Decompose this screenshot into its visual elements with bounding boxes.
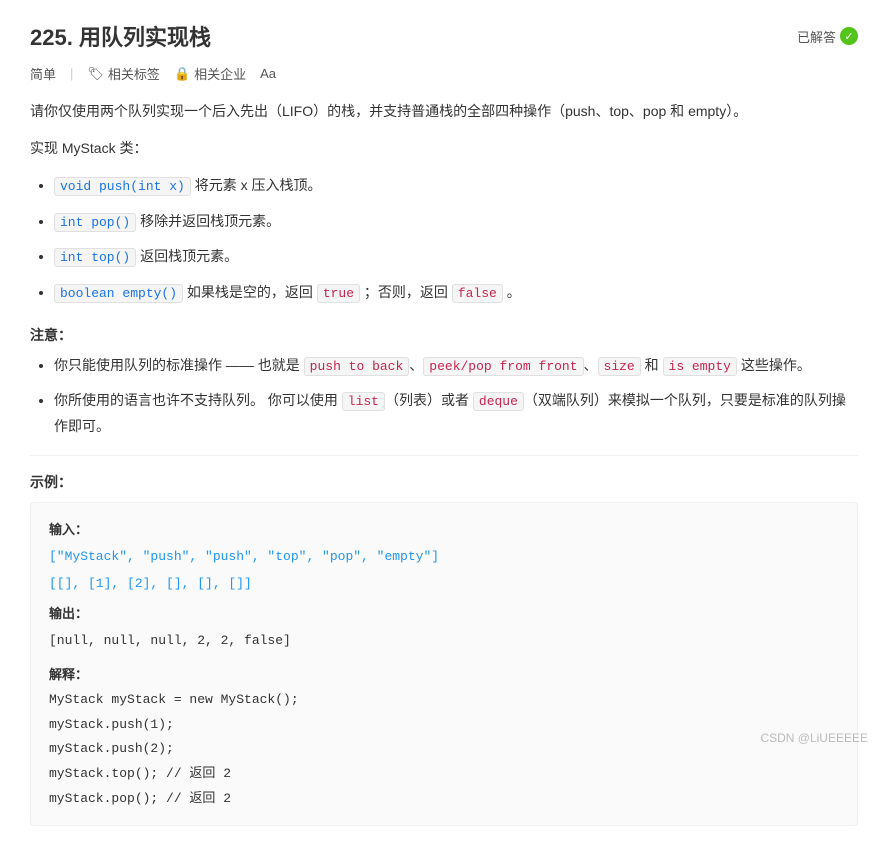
related-tags-item[interactable]: 🏷 相关标签 bbox=[87, 64, 160, 83]
title-row: 225. 用队列实现栈 已解答 ✓ bbox=[30, 20, 858, 52]
method-signature-3: boolean empty() bbox=[54, 284, 183, 303]
explain-code-block: MyStack myStack = new MyStack(); myStack… bbox=[49, 688, 839, 811]
method-signature-0: void push(int x) bbox=[54, 177, 191, 196]
method-signature-1: int pop() bbox=[54, 213, 136, 232]
difficulty-label: 简单 bbox=[30, 64, 56, 83]
description-line2: 实现 MyStack 类： bbox=[30, 136, 858, 161]
footer-brand: CSDN @LiUEEEEE bbox=[760, 731, 868, 745]
input-code-line2: [[], [1], [2], [], [], []] bbox=[49, 576, 252, 591]
note-section: 注意： 你只能使用队列的标准操作 —— 也就是 push to back、pee… bbox=[30, 325, 858, 439]
font-icon: Aa bbox=[260, 66, 276, 81]
list-item: 你所使用的语言也许不支持队列。 你可以使用 list（列表）或者 deque（双… bbox=[54, 388, 858, 439]
list-item: boolean empty() 如果栈是空的，返回 true ；否则，返回 fa… bbox=[54, 280, 858, 305]
note-item-1-text: 你所使用的语言也许不支持队列。 你可以使用 list（列表）或者 deque（双… bbox=[54, 392, 846, 433]
font-size-item[interactable]: Aa bbox=[260, 66, 276, 81]
tags-row: 简单 | 🏷 相关标签 🔒 相关企业 Aa bbox=[30, 64, 858, 83]
related-companies-item[interactable]: 🔒 相关企业 bbox=[174, 64, 246, 83]
tag-icon: 🏷 bbox=[87, 66, 104, 82]
input-line1: ["MyStack", "push", "push", "top", "pop"… bbox=[49, 543, 839, 570]
explain-line-4-text: myStack.pop(); // 返回 2 bbox=[49, 791, 231, 806]
explain-line-3: myStack.top(); // 返回 2 bbox=[49, 762, 839, 787]
problem-number: 225. bbox=[30, 25, 73, 50]
example-title: 示例： bbox=[30, 472, 858, 492]
explain-line-3-text: myStack.top(); // 返回 2 bbox=[49, 766, 231, 781]
divider1: | bbox=[70, 66, 73, 81]
note-list: 你只能使用队列的标准操作 —— 也就是 push to back、peek/po… bbox=[30, 353, 858, 439]
method-desc-0: 将元素 x 压入栈顶。 bbox=[195, 177, 322, 193]
explain-label-row: 解释： bbox=[49, 662, 839, 688]
section-divider bbox=[30, 455, 858, 456]
explain-line-2: myStack.push(2); bbox=[49, 737, 839, 762]
related-companies-label: 相关企业 bbox=[194, 64, 246, 83]
output-label-row: 输出： bbox=[49, 601, 839, 627]
method-desc-1: 移除并返回栈顶元素。 bbox=[140, 213, 280, 229]
solved-badge: 已解答 ✓ bbox=[797, 27, 858, 46]
output-value-row: [null, null, null, 2, 2, false] bbox=[49, 627, 839, 654]
difficulty-tag[interactable]: 简单 bbox=[30, 64, 56, 83]
page-title: 225. 用队列实现栈 bbox=[30, 20, 211, 52]
note-item-0-text: 你只能使用队列的标准操作 —— 也就是 push to back、peek/po… bbox=[54, 357, 811, 373]
list-item: int top() 返回栈顶元素。 bbox=[54, 244, 858, 269]
method-signature-2: int top() bbox=[54, 248, 136, 267]
check-icon: ✓ bbox=[840, 27, 858, 45]
method-desc-2: 返回栈顶元素。 bbox=[140, 248, 238, 264]
company-icon: 🔒 bbox=[174, 66, 190, 82]
example-box: 输入： ["MyStack", "push", "push", "top", "… bbox=[30, 502, 858, 826]
solved-label: 已解答 bbox=[797, 27, 836, 46]
description-line1: 请你仅使用两个队列实现一个后入先出（LIFO）的栈，并支持普通栈的全部四种操作（… bbox=[30, 99, 858, 124]
input-label-row: 输入： bbox=[49, 517, 839, 543]
explain-line-4: myStack.pop(); // 返回 2 bbox=[49, 787, 839, 812]
example-section: 示例： 输入： ["MyStack", "push", "push", "top… bbox=[30, 472, 858, 826]
explain-line-1: myStack.push(1); bbox=[49, 713, 839, 738]
input-label: 输入： bbox=[49, 522, 88, 537]
problem-title: 用队列实现栈 bbox=[79, 25, 211, 50]
list-item: 你只能使用队列的标准操作 —— 也就是 push to back、peek/po… bbox=[54, 353, 858, 378]
output-value: [null, null, null, 2, 2, false] bbox=[49, 633, 291, 648]
note-title: 注意： bbox=[30, 325, 858, 345]
input-line2: [[], [1], [2], [], [], []] bbox=[49, 570, 839, 597]
method-list: void push(int x) 将元素 x 压入栈顶。 int pop() 移… bbox=[30, 173, 858, 305]
method-desc-3-text: 如果栈是空的，返回 true ；否则，返回 false 。 bbox=[187, 284, 521, 300]
related-tags-label: 相关标签 bbox=[108, 64, 160, 83]
explain-label: 解释： bbox=[49, 667, 88, 682]
explain-line-0: MyStack myStack = new MyStack(); bbox=[49, 688, 839, 713]
list-item: int pop() 移除并返回栈顶元素。 bbox=[54, 209, 858, 234]
list-item: void push(int x) 将元素 x 压入栈顶。 bbox=[54, 173, 858, 198]
input-code-line1: ["MyStack", "push", "push", "top", "pop"… bbox=[49, 549, 439, 564]
output-label: 输出： bbox=[49, 606, 88, 621]
